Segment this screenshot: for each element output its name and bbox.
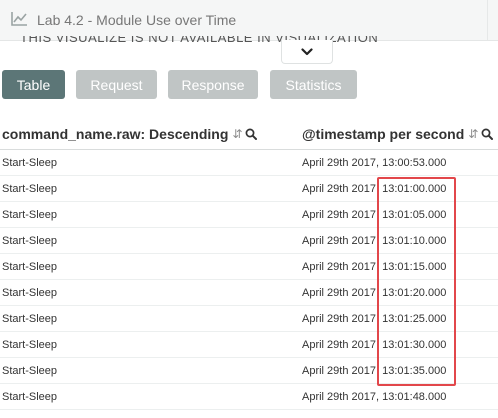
column-header-command[interactable]: command_name.raw: Descending ⇵ — [2, 126, 258, 142]
command-cell: Start-Sleep — [2, 235, 58, 247]
search-icon[interactable] — [245, 128, 258, 140]
table-row: Start-Sleep April 29th 2017, 13:01:48.00… — [0, 384, 498, 410]
command-cell: Start-Sleep — [2, 339, 58, 351]
command-cell: Start-Sleep — [2, 391, 58, 403]
search-icon[interactable] — [481, 128, 494, 140]
timestamp-cell: April 29th 2017, 13:00:53.000 — [302, 157, 447, 169]
chevron-down-icon — [301, 47, 313, 55]
command-cell: Start-Sleep — [2, 209, 58, 221]
tab-response[interactable]: Response — [168, 70, 258, 99]
column-header-timestamp-label[interactable]: @timestamp per second — [302, 126, 464, 142]
highlight-annotation-box — [377, 177, 456, 386]
timestamp-cell: April 29th 2017, 13:01:48.000 — [302, 391, 447, 403]
panel-title: Lab 4.2 - Module Use over Time — [37, 12, 237, 28]
command-cell: Start-Sleep — [2, 157, 58, 169]
panel-header-divider — [487, 0, 488, 40]
sort-icon[interactable]: ⇵ — [468, 127, 478, 141]
command-cell: Start-Sleep — [2, 287, 58, 299]
collapse-toggle-button[interactable] — [281, 40, 333, 64]
table-row: Start-Sleep April 29th 2017, 13:00:53.00… — [0, 150, 498, 176]
panel-header: Lab 4.2 - Module Use over Time — [0, 0, 498, 41]
tab-table[interactable]: Table — [2, 70, 65, 99]
tab-statistics[interactable]: Statistics — [270, 70, 357, 99]
command-cell: Start-Sleep — [2, 261, 58, 273]
tab-request[interactable]: Request — [76, 70, 157, 99]
line-chart-icon — [11, 12, 27, 26]
column-header-command-label[interactable]: command_name.raw: Descending — [2, 126, 228, 142]
sort-icon[interactable]: ⇵ — [232, 127, 242, 141]
column-header-timestamp[interactable]: @timestamp per second ⇵ — [302, 126, 494, 142]
command-cell: Start-Sleep — [2, 183, 58, 195]
command-cell: Start-Sleep — [2, 365, 58, 377]
command-cell: Start-Sleep — [2, 313, 58, 325]
clipped-text: THIS VISUALIZE IS NOT AVAILABLE IN VISUA… — [20, 36, 379, 45]
